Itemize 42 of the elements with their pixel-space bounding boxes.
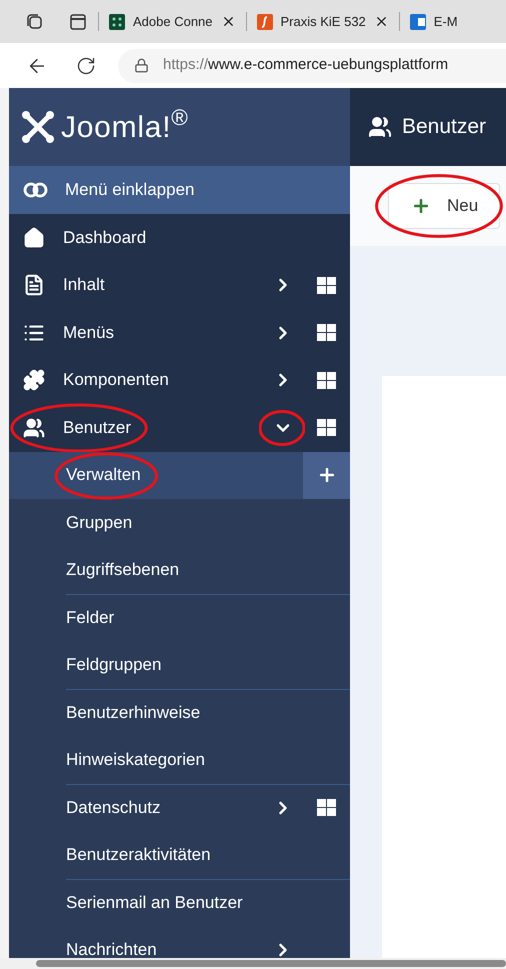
plus-icon xyxy=(411,196,431,216)
menu-item[interactable]: Hinweiskategorien xyxy=(66,750,205,770)
grid-icon[interactable] xyxy=(317,419,336,436)
users-icon xyxy=(368,115,392,139)
grid-icon[interactable] xyxy=(317,799,336,816)
puzzle-icon xyxy=(23,369,45,392)
site-favicon-icon xyxy=(109,14,125,30)
grid-icon[interactable] xyxy=(317,372,336,389)
menu-item[interactable]: Dashboard xyxy=(63,228,146,247)
users-icon xyxy=(23,416,45,439)
sidebar-tabs-icon[interactable] xyxy=(68,12,88,32)
site-favicon-icon xyxy=(256,14,273,30)
menu-item[interactable]: Datenschutz xyxy=(66,798,160,817)
toggle-icon[interactable] xyxy=(23,182,49,198)
add-button[interactable] xyxy=(303,452,350,499)
menu-item[interactable]: Benutzerhinweise xyxy=(66,702,200,722)
menu-item[interactable]: Menüs xyxy=(63,322,114,342)
lock-icon xyxy=(134,58,149,73)
page-title: Benutzer xyxy=(402,114,486,140)
menu-item[interactable]: Serienmail an Benutzer xyxy=(66,892,243,912)
grid-icon[interactable] xyxy=(317,324,336,342)
refresh-icon[interactable] xyxy=(76,56,96,76)
grid-icon[interactable] xyxy=(317,276,336,294)
browser-tab[interactable]: E-M xyxy=(434,12,458,32)
new-button[interactable]: Neu xyxy=(388,183,500,229)
menu-item[interactable]: Gruppen xyxy=(66,512,132,532)
menu-item[interactable]: Zugriffsebenen xyxy=(66,560,180,580)
logo-text: Joomla!$^{®}$ xyxy=(61,104,189,146)
menu-item[interactable]: Nachrichten xyxy=(66,940,157,958)
browser-tab[interactable]: Adobe Conne xyxy=(133,12,213,32)
document-icon xyxy=(23,274,45,296)
menu-item[interactable]: Benutzeraktivitäten xyxy=(66,845,211,864)
site-favicon-icon xyxy=(410,14,426,30)
menu-item[interactable]: Komponenten xyxy=(63,370,169,390)
browser-tab[interactable]: Praxis KiE 532 xyxy=(280,12,366,32)
menu-item[interactable]: Feldgruppen xyxy=(66,655,162,674)
logo-icon xyxy=(21,110,55,144)
house-icon xyxy=(23,226,45,249)
menu-item[interactable]: Benutzer xyxy=(63,418,132,437)
menu-item[interactable]: Inhalt xyxy=(63,275,105,294)
address-field[interactable]: https://www.e-commerce-uebungsplattform xyxy=(118,48,506,82)
menu-item[interactable]: Felder xyxy=(66,608,114,627)
